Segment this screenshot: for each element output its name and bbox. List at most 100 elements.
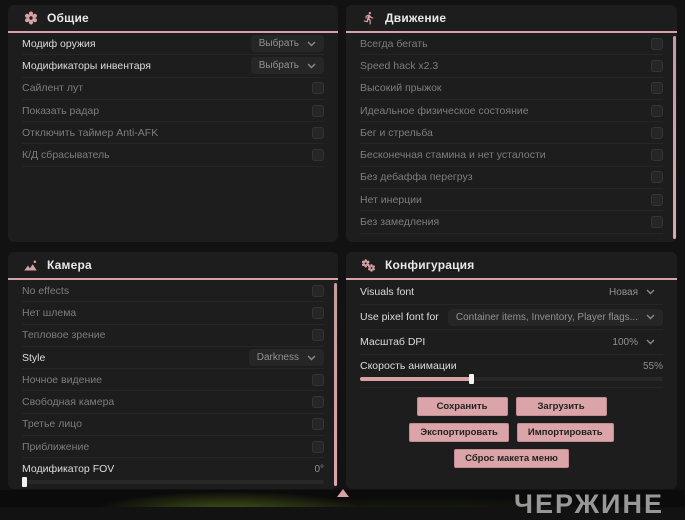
setting-row-style: Style Darkness xyxy=(22,347,324,370)
dropdown-value: Darkness xyxy=(256,352,299,364)
reset-menu-layout-button[interactable]: Сброс макета меню xyxy=(454,449,569,468)
checkbox[interactable] xyxy=(651,104,663,117)
toggle-label: No effects xyxy=(22,284,70,297)
toggle-label: Высокий прыжок xyxy=(360,82,442,95)
toggle-label: Нет шлема xyxy=(22,306,77,319)
toggle-label: Без замедления xyxy=(360,216,440,229)
anim-speed-value: 55% xyxy=(642,360,663,372)
setting-row-weapon-mod: Модиф оружия Выбрать xyxy=(22,33,324,56)
panel-title: Камера xyxy=(47,258,92,272)
slider-thumb[interactable] xyxy=(22,477,27,488)
scrollbar[interactable] xyxy=(334,283,337,486)
chevron-down-icon xyxy=(646,339,655,345)
anim-speed-row: Скорость анимации 55% xyxy=(360,355,663,388)
panel-config-body: Visuals font Новая Use pixel font for Co… xyxy=(346,280,677,487)
toggle-row-no-overload-debuff: Без дебаффа перегруз xyxy=(360,167,663,190)
checkbox[interactable] xyxy=(651,171,663,184)
checkbox[interactable] xyxy=(312,418,324,431)
checkbox[interactable] xyxy=(651,126,663,139)
panel-camera: Камера No effects Нет шлема Тепловое зре… xyxy=(8,252,338,489)
dropdown-value: Container items, Inventory, Player flags… xyxy=(455,311,638,323)
checkbox[interactable] xyxy=(651,216,663,229)
config-buttons: Сохранить Загрузить Экспортировать Импор… xyxy=(360,397,663,468)
checkbox[interactable] xyxy=(651,37,663,50)
style-dropdown[interactable]: Darkness xyxy=(248,349,324,367)
dropdown-value: Новая xyxy=(609,286,638,298)
dropdown-value: 100% xyxy=(612,336,638,348)
weapon-mod-dropdown[interactable]: Выбрать xyxy=(250,35,324,53)
toggle-row-high-jump: Высокий прыжок xyxy=(360,78,663,100)
toggle-label: Без дебаффа перегруз xyxy=(360,171,473,184)
fov-value: 0° xyxy=(314,463,324,475)
toggle-row-speed-hack: Speed hack x2.3 xyxy=(360,55,663,78)
checkbox[interactable] xyxy=(312,329,324,342)
fov-modifier-row: Модификатор FOV 0° xyxy=(22,458,324,489)
toggle-label: Сайлент лут xyxy=(22,82,84,95)
toggle-row-always-run: Всегда бегать xyxy=(360,33,663,56)
panel-config-header: Конфигурация xyxy=(346,252,677,280)
pixel-font-dropdown[interactable]: Container items, Inventory, Player flags… xyxy=(447,308,663,326)
chevron-down-icon xyxy=(307,355,316,361)
panel-camera-header: Камера xyxy=(8,252,338,280)
cursor-pointer xyxy=(337,489,349,497)
checkbox[interactable] xyxy=(312,149,324,162)
dpi-scale-dropdown[interactable]: 100% xyxy=(604,334,663,351)
toggle-row-show-radar: Показать радар xyxy=(22,100,324,123)
setting-row-inventory-mods: Модификаторы инвентаря Выбрать xyxy=(22,55,324,78)
slider-thumb[interactable] xyxy=(469,374,475,384)
toggle-label: Идеальное физическое состояние xyxy=(360,104,529,117)
checkbox[interactable] xyxy=(312,82,324,95)
toggle-label: Ночное видение xyxy=(22,373,102,386)
toggle-row-thermal-vision: Тепловое зрение xyxy=(22,325,324,347)
load-button[interactable]: Загрузить xyxy=(515,397,607,416)
dropdown-value: Выбрать xyxy=(258,38,299,50)
toggle-row-no-helmet: Нет шлема xyxy=(22,302,324,325)
toggle-label: Тепловое зрение xyxy=(22,329,106,342)
toggle-row-no-inertia: Нет инерции xyxy=(360,189,663,212)
toggle-row-infinite-stamina: Бесконечная стамина и нет усталости xyxy=(360,144,663,167)
checkbox[interactable] xyxy=(312,440,324,453)
export-button[interactable]: Экспортировать xyxy=(409,423,509,442)
chevron-down-icon xyxy=(307,63,316,69)
toggle-row-zoom: Приближение xyxy=(22,436,324,459)
checkbox[interactable] xyxy=(312,126,324,139)
checkbox[interactable] xyxy=(312,284,324,297)
import-button[interactable]: Импортировать xyxy=(516,423,614,442)
setting-label: Модификатор FOV xyxy=(22,463,115,476)
visuals-font-dropdown[interactable]: Новая xyxy=(601,284,663,301)
panel-movement-header: Движение xyxy=(346,5,677,33)
toggle-label: Speed hack x2.3 xyxy=(360,59,439,72)
watermark-text: ЧЕРЖИНЕ xyxy=(514,489,664,519)
toggle-label: Бесконечная стамина и нет усталости xyxy=(360,149,546,162)
inventory-mods-dropdown[interactable]: Выбрать xyxy=(250,57,324,75)
toggle-label: К/Д сбрасыватель xyxy=(22,149,110,162)
save-button[interactable]: Сохранить xyxy=(416,397,508,416)
toggle-row-no-effects: No effects xyxy=(22,280,324,303)
setting-label: Модификаторы инвентаря xyxy=(22,59,151,72)
fov-slider[interactable] xyxy=(22,477,324,488)
chevron-down-icon xyxy=(646,289,655,295)
toggle-row-silent-loot: Сайлент лут xyxy=(22,78,324,100)
anim-speed-slider[interactable] xyxy=(360,374,663,384)
setting-label: Use pixel font for xyxy=(360,311,439,323)
checkbox[interactable] xyxy=(312,104,324,117)
gears-icon xyxy=(361,258,376,273)
slider-fill xyxy=(360,377,473,381)
toggle-label: Приближение xyxy=(22,440,90,453)
toggle-row-perfect-condition: Идеальное физическое состояние xyxy=(360,100,663,123)
checkbox[interactable] xyxy=(312,396,324,409)
toggle-label: Свободная камера xyxy=(22,396,115,409)
setting-label: Style xyxy=(22,351,46,364)
scrollbar[interactable] xyxy=(673,36,676,239)
chevron-down-icon xyxy=(307,41,316,47)
checkbox[interactable] xyxy=(651,59,663,72)
checkbox[interactable] xyxy=(651,149,663,162)
checkbox[interactable] xyxy=(312,373,324,386)
panel-general: Общие Модиф оружия Выбрать Модификаторы … xyxy=(8,5,338,242)
checkbox[interactable] xyxy=(651,82,663,95)
chevron-down-icon xyxy=(646,314,655,320)
checkbox[interactable] xyxy=(312,306,324,319)
checkbox[interactable] xyxy=(651,193,663,206)
panel-title: Конфигурация xyxy=(385,258,475,272)
toggle-row-run-and-shoot: Бег и стрельба xyxy=(360,122,663,145)
